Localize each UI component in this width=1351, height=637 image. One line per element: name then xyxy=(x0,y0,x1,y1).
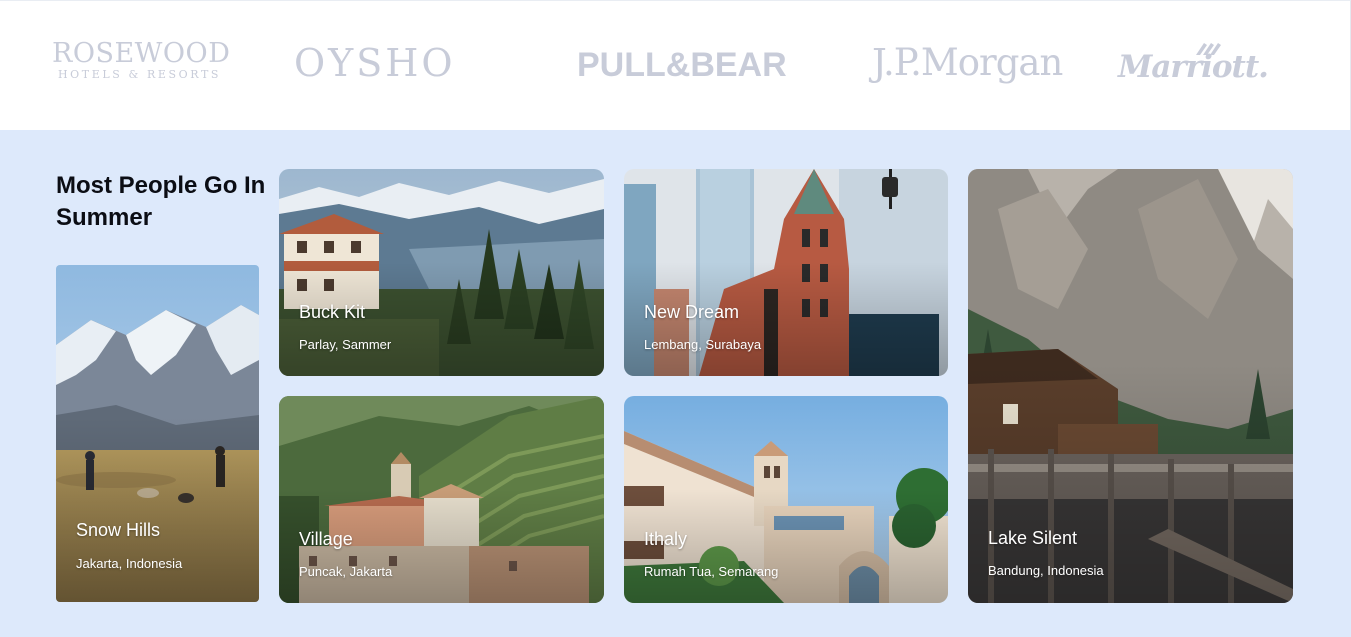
card-title-buck-kit: Buck Kit xyxy=(299,302,366,322)
oysho-logo: OYSHO xyxy=(294,41,456,85)
card-title-lake-silent: Lake Silent xyxy=(988,528,1078,548)
card-location-village: Puncak, Jakarta xyxy=(299,564,393,579)
card-title-new-dream: New Dream xyxy=(644,302,740,322)
card-location-buck-kit: Parlay, Sammer xyxy=(299,337,392,352)
destination-card-snow-hills[interactable]: Snow Hills Jakarta, Indonesia xyxy=(56,265,259,602)
card-location-lake-silent: Bandung, Indonesia xyxy=(988,563,1104,578)
section-title: Most People Go In Summer xyxy=(56,172,266,231)
marriott-logo-wordmark: Marriott. xyxy=(1118,49,1269,85)
marriott-logo: Marriott. xyxy=(1118,39,1293,87)
pull-and-bear-logo: PULL&BEAR xyxy=(577,46,787,84)
card-location-new-dream: Lembang, Surabaya xyxy=(644,337,762,352)
card-title-village: Village xyxy=(299,529,353,549)
card-shade-overlay xyxy=(56,416,259,602)
destination-card-new-dream[interactable]: New Dream Lembang, Surabaya xyxy=(624,169,948,376)
card-title-ithaly: Ithaly xyxy=(644,529,688,549)
brand-logo-strip: ROSEWOOD HOTELS & RESORTS OYSHO PULL&BEA… xyxy=(0,0,1351,130)
rosewood-logo-tagline: HOTELS & RESORTS xyxy=(57,68,222,81)
card-location-ithaly: Rumah Tua, Semarang xyxy=(644,564,779,579)
card-location-snow-hills: Jakarta, Indonesia xyxy=(76,556,183,571)
destination-card-lake-silent[interactable]: Lake Silent Bandung, Indonesia xyxy=(968,169,1293,603)
card-title-snow-hills: Snow Hills xyxy=(76,520,161,540)
rosewood-logo-wordmark: ROSEWOOD xyxy=(52,38,231,69)
destination-card-ithaly[interactable]: Ithaly Rumah Tua, Semarang xyxy=(624,396,948,603)
jp-morgan-logo: J.P.Morgan xyxy=(872,41,1063,84)
destination-card-buck-kit[interactable]: Buck Kit Parlay, Sammer xyxy=(279,169,604,376)
destination-card-village[interactable]: Village Puncak, Jakarta xyxy=(279,396,604,603)
rosewood-logo: ROSEWOOD HOTELS & RESORTS xyxy=(52,38,231,81)
